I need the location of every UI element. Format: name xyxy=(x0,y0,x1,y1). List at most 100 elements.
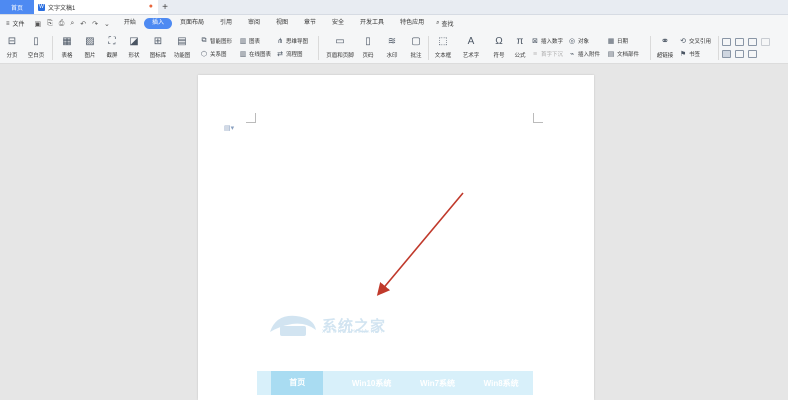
hyperlink-button[interactable]: ⚭ 超链接 xyxy=(653,35,677,59)
tab-view[interactable]: 视图 xyxy=(268,18,296,29)
page-number-button[interactable]: ▯ 页码 xyxy=(356,35,380,59)
relation-label: 关系图 xyxy=(210,52,227,58)
new-tab-button[interactable]: + xyxy=(158,0,172,14)
chart-icon: ▥ xyxy=(239,38,247,45)
tab-document[interactable]: W 文字文稿1 ● xyxy=(34,0,158,14)
smart-art-button[interactable]: ⧉ 智能图形 xyxy=(200,37,233,45)
first-drop-button[interactable]: ≡ 首字下沉 xyxy=(531,50,563,59)
textbox-icon: ⬚ xyxy=(438,36,448,47)
bookmark-button[interactable]: ⚑ 书签 xyxy=(679,50,700,58)
more-icon[interactable]: ⌄ xyxy=(104,20,110,28)
annotation-arrow xyxy=(376,192,464,296)
insert-number-button[interactable]: ⊠ 插入数字 xyxy=(531,37,563,45)
layout-icon[interactable] xyxy=(722,50,731,58)
comment-button[interactable]: ▢ 批注 xyxy=(404,35,428,59)
first-drop-icon: ≡ xyxy=(532,50,538,58)
tab-features[interactable]: 特色应用 xyxy=(392,18,432,29)
layout-icon[interactable] xyxy=(722,38,731,46)
art-text-button[interactable]: A 艺术字 xyxy=(459,35,483,59)
art-text-icon: A xyxy=(467,36,475,47)
close-tab-icon[interactable]: ● xyxy=(149,3,153,10)
ribbon-insert: ⊟ 分页 ▯ 空白页 ▦ 表格 ▨ 图片 ⛶ 截屏 ◪ 形状 ⊞ 图标库 ▤ 功能图 ⧉ 智能图形… xyxy=(0,32,788,64)
header-footer-button[interactable]: ▭ 页眉和页脚 xyxy=(326,35,354,59)
screenshot-button[interactable]: ⛶ 截屏 xyxy=(100,35,124,59)
chart-button[interactable]: ▥ 图表 xyxy=(239,37,260,45)
watermark-nav: 首页 Win10系统 Win7系统 Win8系统 xyxy=(257,371,533,395)
page-break-icon: ⊟ xyxy=(7,36,17,47)
site-logo-icon xyxy=(270,315,316,336)
object-label: 对象 xyxy=(578,39,590,45)
cross-ref-icon: ⟲ xyxy=(680,38,686,45)
flowchart-icon: ⇄ xyxy=(277,51,283,58)
date-icon: ▦ xyxy=(607,38,615,45)
function-chart-button[interactable]: ▤ 功能图 xyxy=(170,35,194,59)
undo-icon[interactable]: ↶ xyxy=(80,20,86,28)
watermark-button[interactable]: ≋ 水印 xyxy=(380,35,404,59)
export-pdf-icon[interactable]: ⎘ xyxy=(47,20,53,28)
file-menu-button[interactable]: ≡ 文件 xyxy=(2,19,29,29)
ribbon-divider xyxy=(650,36,651,60)
search-command[interactable]: ⌕ 查找 xyxy=(432,19,453,28)
watermark-nav-item: Win7系统 xyxy=(419,378,456,388)
layout-icon[interactable] xyxy=(735,38,744,46)
site-watermark: 系统之家 XITONGZHIJIA.NET xyxy=(266,310,386,340)
page-break-button[interactable]: ⊟ 分页 xyxy=(0,35,24,59)
document-page[interactable]: ▤▾ 系统之家 XITONGZHIJIA.NET 首页 Win10系统 Win7… xyxy=(198,75,594,400)
relation-icon: ⬡ xyxy=(200,51,208,58)
save-icon[interactable]: ▣ xyxy=(35,20,42,28)
icon-library-icon: ⊞ xyxy=(153,36,163,47)
chart-label: 图表 xyxy=(249,39,261,45)
tab-start[interactable]: 开始 xyxy=(116,18,144,29)
layout-icon[interactable] xyxy=(761,38,770,46)
blank-page-icon: ▯ xyxy=(33,36,39,47)
page-break-label: 分页 xyxy=(6,53,18,59)
insert-number-icon: ⊠ xyxy=(532,38,538,45)
header-footer-label: 页眉和页脚 xyxy=(326,53,354,59)
blank-page-label: 空白页 xyxy=(27,53,45,59)
object-button[interactable]: ◎ 对象 xyxy=(568,37,589,45)
relation-button[interactable]: ⬡ 关系图 xyxy=(200,50,227,58)
flowchart-button[interactable]: ⇄ 流程图 xyxy=(276,50,302,58)
layout-icon[interactable] xyxy=(735,50,744,58)
textbox-button[interactable]: ⬚ 文本框 xyxy=(431,35,455,59)
cross-ref-button[interactable]: ⟲ 交叉引用 xyxy=(679,37,711,45)
watermark-nav-item: Win10系统 xyxy=(351,378,392,388)
redo-icon[interactable]: ↷ xyxy=(92,20,98,28)
doc-parts-button[interactable]: ▤ 文档部件 xyxy=(607,50,639,58)
shape-button[interactable]: ◪ 形状 xyxy=(122,35,146,59)
tab-insert[interactable]: 插入 xyxy=(143,18,172,29)
mind-map-label: 思维导图 xyxy=(286,39,309,45)
tab-page-layout[interactable]: 页面布局 xyxy=(172,18,212,29)
date-button[interactable]: ▦ 日期 xyxy=(607,37,628,45)
search-label: 查找 xyxy=(441,22,454,28)
formula-icon: π xyxy=(516,36,524,47)
layout-icon[interactable] xyxy=(748,38,757,46)
date-label: 日期 xyxy=(617,39,629,45)
tab-review[interactable]: 审阅 xyxy=(240,18,268,29)
tab-home[interactable]: 首页 xyxy=(0,0,34,14)
symbol-label: 符号 xyxy=(493,53,505,59)
layout-icons-row-1 xyxy=(722,38,770,46)
icon-library-button[interactable]: ⊞ 图标库 xyxy=(146,35,170,59)
function-chart-label: 功能图 xyxy=(173,53,191,59)
table-button[interactable]: ▦ 表格 xyxy=(55,35,79,59)
mind-map-button[interactable]: ⋔ 思维导图 xyxy=(276,37,308,45)
tab-security[interactable]: 安全 xyxy=(324,18,352,29)
picture-button[interactable]: ▨ 图片 xyxy=(78,35,102,59)
print-icon[interactable]: ⎙ xyxy=(59,20,65,28)
picture-icon: ▨ xyxy=(85,36,95,47)
blank-page-button[interactable]: ▯ 空白页 xyxy=(24,35,48,59)
print-preview-icon[interactable]: ⌕ xyxy=(70,20,74,28)
tab-chapter[interactable]: 章节 xyxy=(296,18,324,29)
tab-developer[interactable]: 开发工具 xyxy=(352,18,392,29)
art-text-label: 艺术字 xyxy=(462,53,480,59)
table-label: 表格 xyxy=(61,53,73,59)
ribbon-divider xyxy=(428,36,429,60)
watermark-site-url: XITONGZHIJIA.NET xyxy=(322,329,384,335)
attachment-button[interactable]: ⌁ 插入附件 xyxy=(568,50,600,58)
screenshot-icon: ⛶ xyxy=(108,36,116,47)
tab-references[interactable]: 引用 xyxy=(212,18,240,29)
layout-icon[interactable] xyxy=(748,50,757,58)
online-chart-button[interactable]: ▥ 在线图表 xyxy=(239,50,271,58)
formula-button[interactable]: π 公式 xyxy=(508,35,532,59)
